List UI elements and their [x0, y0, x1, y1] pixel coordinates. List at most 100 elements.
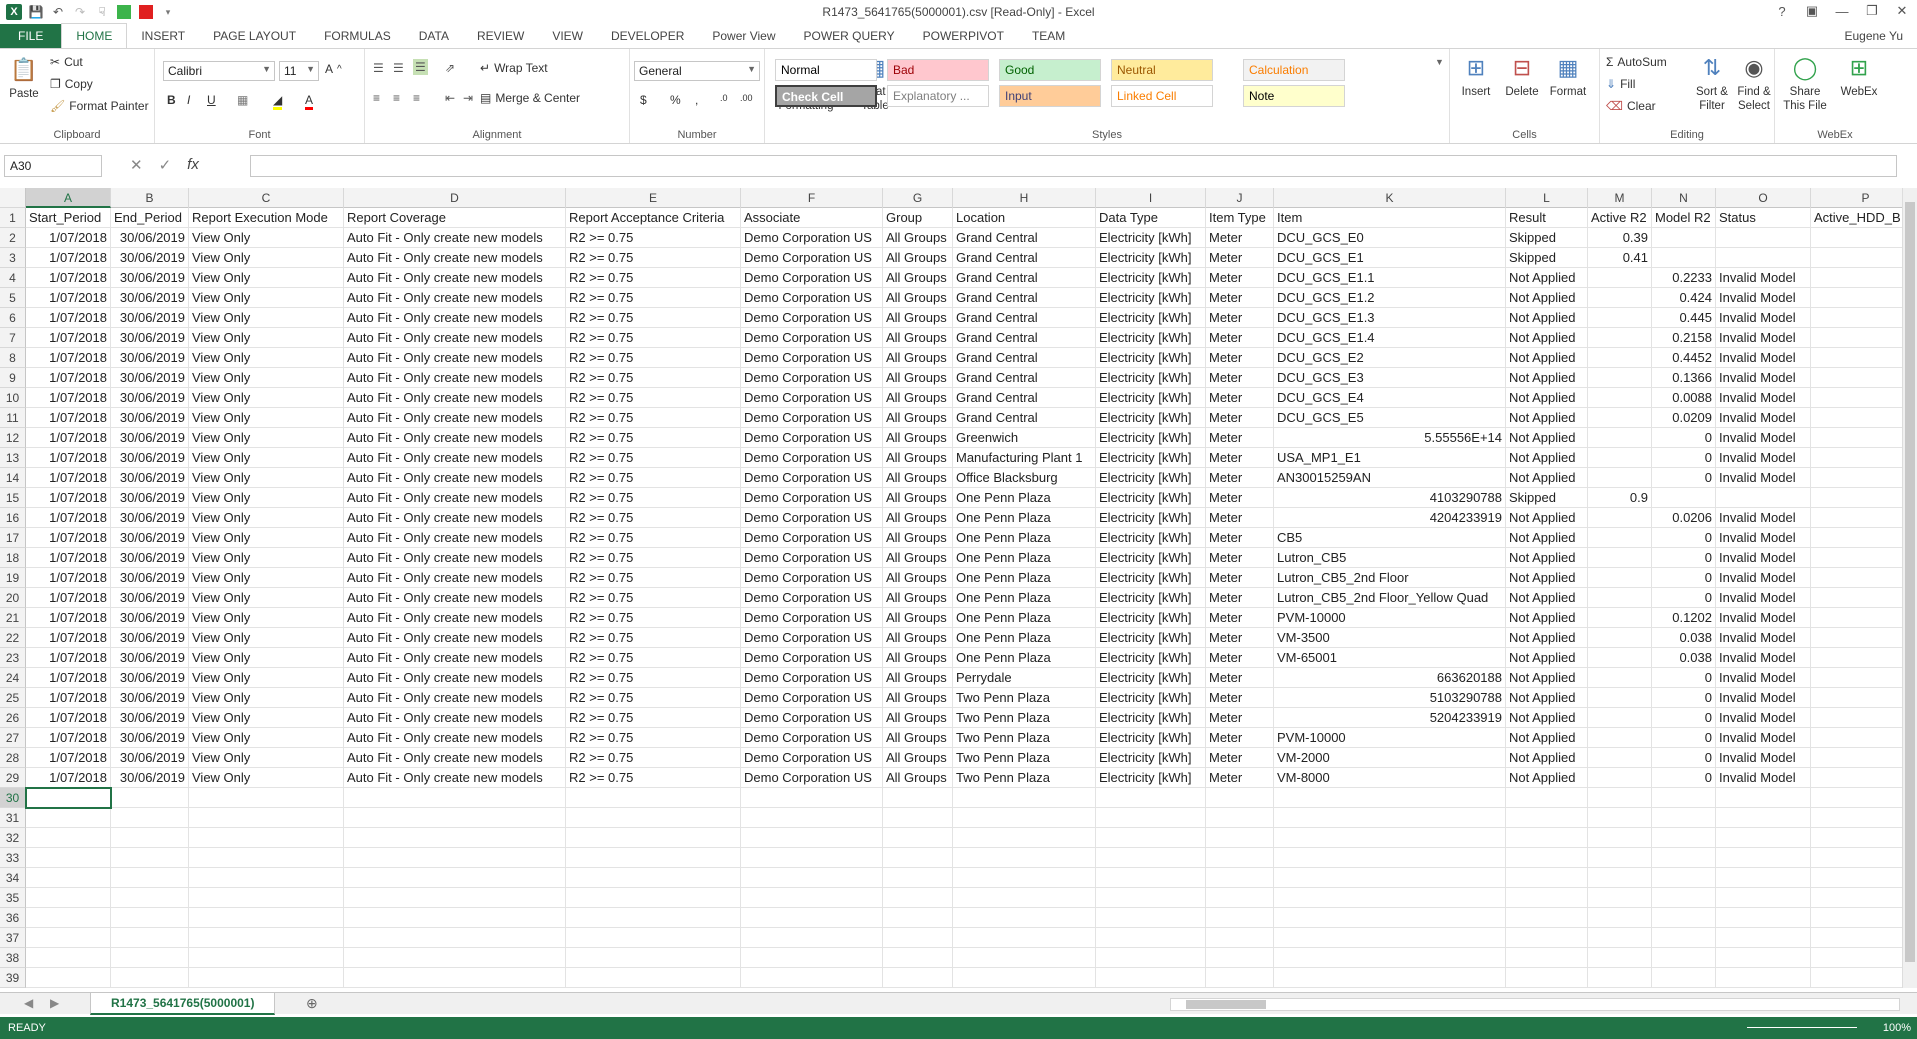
cell[interactable]: R2 >= 0.75 [566, 548, 741, 568]
sheet-next-icon[interactable]: ▶ [50, 996, 59, 1010]
scrollbar-thumb[interactable] [1186, 1000, 1266, 1009]
tab-developer[interactable]: DEVELOPER [597, 24, 698, 48]
cell[interactable]: Not Applied [1506, 748, 1588, 768]
cell[interactable] [1588, 348, 1652, 368]
cell[interactable]: 0 [1652, 748, 1716, 768]
row-header[interactable]: 37 [0, 928, 26, 948]
cell[interactable] [883, 828, 953, 848]
cell[interactable] [1588, 508, 1652, 528]
cell[interactable]: Active R2 [1588, 208, 1652, 228]
cell[interactable]: View Only [189, 328, 344, 348]
cell[interactable]: Two Penn Plaza [953, 688, 1096, 708]
cell[interactable]: Location [953, 208, 1096, 228]
cell[interactable] [1588, 688, 1652, 708]
cell[interactable]: 30/06/2019 [111, 448, 189, 468]
cell[interactable] [1588, 628, 1652, 648]
increase-indent-button[interactable]: ⇥ [463, 91, 473, 105]
underline-button[interactable]: U [207, 93, 216, 107]
cell[interactable] [189, 968, 344, 988]
cell[interactable] [1811, 748, 1902, 768]
cell[interactable]: Demo Corporation US [741, 648, 883, 668]
cell[interactable] [1588, 288, 1652, 308]
cell[interactable] [1506, 908, 1588, 928]
worksheet-grid[interactable]: ABCDEFGHIJKLMNOP 1 Start_Period End_Period… [0, 188, 1902, 988]
row-header[interactable]: 35 [0, 888, 26, 908]
cut-button[interactable]: ✂ Cut [50, 55, 83, 69]
cell[interactable]: Invalid Model [1716, 568, 1811, 588]
cell[interactable] [1588, 588, 1652, 608]
column-header-e[interactable]: E [566, 188, 741, 208]
tab-file[interactable]: FILE [0, 24, 62, 48]
cell[interactable] [26, 868, 111, 888]
cell[interactable]: 5.55556E+14 [1274, 428, 1506, 448]
minimize-icon[interactable]: — [1827, 0, 1857, 22]
cell[interactable]: Report Execution Mode [189, 208, 344, 228]
row-header[interactable]: 19 [0, 568, 26, 588]
cell[interactable] [883, 888, 953, 908]
cell[interactable]: Demo Corporation US [741, 488, 883, 508]
cell[interactable]: Not Applied [1506, 528, 1588, 548]
cell[interactable] [953, 948, 1096, 968]
cell[interactable]: Demo Corporation US [741, 548, 883, 568]
cell[interactable]: 0.038 [1652, 648, 1716, 668]
cell[interactable]: 4103290788 [1274, 488, 1506, 508]
cell[interactable]: End_Period [111, 208, 189, 228]
cell[interactable] [1096, 968, 1206, 988]
cell-style-calculation[interactable]: Calculation [1243, 59, 1345, 81]
row-header[interactable]: 39 [0, 968, 26, 988]
name-box[interactable]: A30 [4, 155, 102, 177]
cell[interactable]: 0.0206 [1652, 508, 1716, 528]
cell[interactable]: 30/06/2019 [111, 288, 189, 308]
cell[interactable]: 4204233919 [1274, 508, 1506, 528]
cell[interactable]: Demo Corporation US [741, 268, 883, 288]
cell[interactable]: One Penn Plaza [953, 548, 1096, 568]
customize-toolbar-icon[interactable]: ▾ [160, 4, 176, 20]
cell[interactable]: Demo Corporation US [741, 388, 883, 408]
row-header[interactable]: 38 [0, 948, 26, 968]
cell[interactable]: Report Acceptance Criteria [566, 208, 741, 228]
cell[interactable]: All Groups [883, 608, 953, 628]
cell[interactable] [1716, 908, 1811, 928]
cell[interactable]: 30/06/2019 [111, 568, 189, 588]
cell[interactable] [1206, 968, 1274, 988]
row-header[interactable]: 31 [0, 808, 26, 828]
cell[interactable] [1811, 308, 1902, 328]
cell[interactable]: Meter [1206, 568, 1274, 588]
cell[interactable]: Invalid Model [1716, 348, 1811, 368]
cell[interactable]: 1/07/2018 [26, 568, 111, 588]
cell[interactable] [741, 808, 883, 828]
cell[interactable] [1811, 728, 1902, 748]
cell[interactable]: DCU_GCS_E1.4 [1274, 328, 1506, 348]
cell[interactable]: R2 >= 0.75 [566, 368, 741, 388]
cell[interactable] [1588, 448, 1652, 468]
cell[interactable]: R2 >= 0.75 [566, 388, 741, 408]
cell[interactable]: CB5 [1274, 528, 1506, 548]
row-header[interactable]: 20 [0, 588, 26, 608]
align-center-button[interactable]: ≡ [393, 91, 400, 105]
ribbon-display-icon[interactable]: ▣ [1797, 0, 1827, 22]
cell[interactable]: Meter [1206, 328, 1274, 348]
cell[interactable]: Demo Corporation US [741, 428, 883, 448]
cell[interactable] [953, 848, 1096, 868]
cell[interactable]: R2 >= 0.75 [566, 748, 741, 768]
cell[interactable] [1588, 428, 1652, 448]
cell[interactable] [1811, 548, 1902, 568]
cell[interactable]: All Groups [883, 228, 953, 248]
cell[interactable] [1274, 888, 1506, 908]
cell[interactable]: View Only [189, 688, 344, 708]
cell[interactable]: View Only [189, 628, 344, 648]
fill-color-button[interactable]: ◢ [273, 93, 283, 110]
cell[interactable]: R2 >= 0.75 [566, 528, 741, 548]
cell[interactable]: Demo Corporation US [741, 248, 883, 268]
cell[interactable]: View Only [189, 548, 344, 568]
cell[interactable]: Associate [741, 208, 883, 228]
cell[interactable]: Grand Central [953, 228, 1096, 248]
row-header[interactable]: 33 [0, 848, 26, 868]
cell[interactable]: View Only [189, 708, 344, 728]
cell[interactable]: Result [1506, 208, 1588, 228]
cell[interactable] [883, 848, 953, 868]
cell[interactable]: All Groups [883, 348, 953, 368]
cell[interactable]: Invalid Model [1716, 508, 1811, 528]
user-name[interactable]: Eugene Yu [1844, 29, 1903, 43]
cell[interactable]: 1/07/2018 [26, 608, 111, 628]
